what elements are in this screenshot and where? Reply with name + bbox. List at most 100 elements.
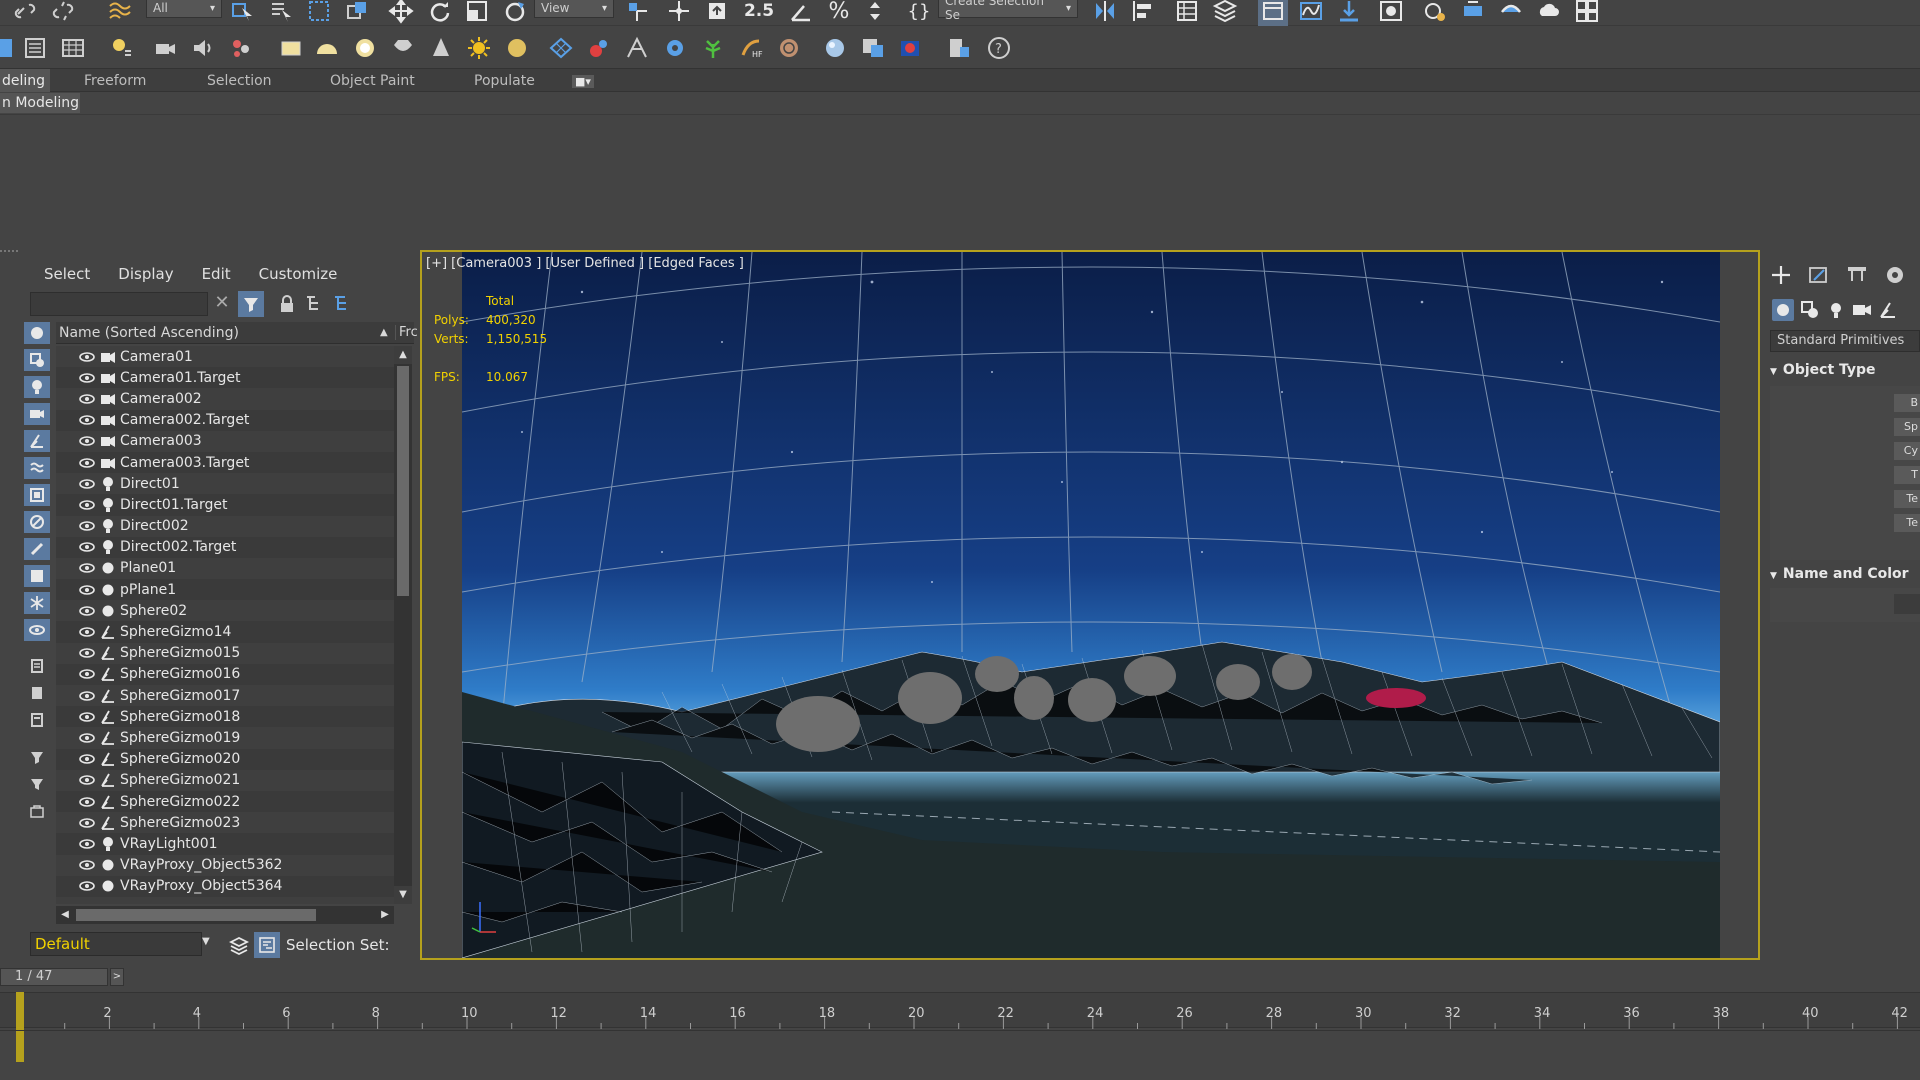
list-item[interactable]: SphereGizmo016 xyxy=(56,664,394,685)
display-geometry-icon[interactable] xyxy=(24,322,50,344)
named-selection-dropdown[interactable]: Create Selection Se xyxy=(938,0,1078,22)
snap-toggle-icon[interactable]: 2.5 xyxy=(744,0,774,26)
list-item[interactable]: SphereGizmo023 xyxy=(56,812,394,834)
rectangular-selection-icon[interactable] xyxy=(304,0,334,26)
render-cloud-icon[interactable] xyxy=(1534,0,1564,26)
scroll-right-icon[interactable]: ▶ xyxy=(376,906,394,924)
edit-named-selection-icon[interactable]: {} xyxy=(904,0,934,26)
tape-measure-icon[interactable] xyxy=(622,33,652,63)
table-panel-icon[interactable] xyxy=(58,33,88,63)
light-lister-icon[interactable] xyxy=(106,33,136,63)
align-icon[interactable] xyxy=(1128,0,1158,26)
hemisphere-icon[interactable] xyxy=(312,33,342,63)
menu-display[interactable]: Display xyxy=(104,262,187,286)
list-item[interactable]: SphereGizmo022 xyxy=(56,791,394,812)
list-item[interactable]: SphereGizmo017 xyxy=(56,685,394,707)
paint-brush-icon[interactable] xyxy=(584,33,614,63)
audio-icon[interactable] xyxy=(188,33,218,63)
expand-hierarchy-icon[interactable] xyxy=(332,294,350,314)
visibility-eye-icon[interactable] xyxy=(76,520,98,532)
visibility-eye-icon[interactable] xyxy=(76,668,98,680)
visibility-eye-icon[interactable] xyxy=(76,753,98,765)
display-invert-icon[interactable] xyxy=(24,709,50,731)
rendered-frame-icon[interactable] xyxy=(1458,0,1488,26)
camera-viewport[interactable] xyxy=(462,252,1720,958)
visibility-eye-icon[interactable] xyxy=(76,626,98,638)
select-object-icon[interactable] xyxy=(228,0,258,26)
box-button[interactable]: B xyxy=(1894,394,1920,412)
rotate-icon[interactable] xyxy=(424,0,454,26)
vray-frame-buffer-icon[interactable] xyxy=(896,33,926,63)
display-spacewarps-icon[interactable] xyxy=(24,457,50,479)
lock-icon[interactable] xyxy=(278,294,296,314)
camera-tool-icon[interactable] xyxy=(150,33,180,63)
display-bones-icon[interactable] xyxy=(24,538,50,560)
hair-fur-icon[interactable]: HF xyxy=(736,33,766,63)
visibility-eye-icon[interactable] xyxy=(76,457,98,469)
scroll-down-icon[interactable]: ▼ xyxy=(394,886,412,904)
viewport-label[interactable]: [+] [Camera003 ] [User Defined ] [Edged … xyxy=(426,256,744,271)
list-item[interactable]: VRayProxy_Object5364 xyxy=(56,876,394,897)
percent-snap-icon[interactable]: % xyxy=(824,0,854,26)
plane-primitive-icon[interactable] xyxy=(276,33,306,63)
list-item[interactable]: Direct002.Target xyxy=(56,537,394,558)
visibility-eye-icon[interactable] xyxy=(76,859,98,871)
tab-selection[interactable]: Selection xyxy=(207,69,272,93)
list-item[interactable]: SphereGizmo021 xyxy=(56,769,394,791)
curve-editor-icon[interactable] xyxy=(1296,0,1326,26)
mirror-icon[interactable] xyxy=(1090,0,1120,26)
lights-category-icon[interactable] xyxy=(1826,300,1846,320)
foliage-icon[interactable] xyxy=(698,33,728,63)
scroll-thumb[interactable] xyxy=(397,366,409,596)
unlink-icon[interactable] xyxy=(48,0,78,26)
bind-spacewarp-icon[interactable] xyxy=(104,0,134,26)
list-item[interactable]: Direct01.Target xyxy=(56,494,394,515)
object-name-field[interactable] xyxy=(1894,594,1920,614)
display-shapes-icon[interactable] xyxy=(24,349,50,371)
layers-icon[interactable] xyxy=(228,934,250,956)
menu-customize[interactable]: Customize xyxy=(245,262,352,286)
link-icon[interactable] xyxy=(10,0,40,26)
display-helpers-icon[interactable] xyxy=(24,430,50,452)
toggle-ribbon-icon[interactable] xyxy=(1258,0,1288,26)
frozen-column-label[interactable]: Frc xyxy=(395,325,418,340)
selection-filter-dropdown[interactable]: All xyxy=(146,0,222,18)
gear-icon[interactable] xyxy=(660,33,690,63)
display-hidden-icon[interactable] xyxy=(24,619,50,641)
visibility-eye-icon[interactable] xyxy=(76,562,98,574)
spinner-snap-icon[interactable] xyxy=(860,0,890,26)
list-item[interactable] xyxy=(56,896,394,904)
list-item[interactable]: Plane01 xyxy=(56,557,394,580)
place-icon[interactable] xyxy=(500,0,530,26)
column-header[interactable]: Name (Sorted Ascending) ▲ Frc xyxy=(56,322,418,344)
visibility-eye-icon[interactable] xyxy=(76,478,98,490)
display-all-icon[interactable] xyxy=(24,655,50,677)
list-item[interactable]: Camera002.Target xyxy=(56,410,394,431)
list-panel-icon[interactable] xyxy=(20,33,50,63)
scroll-up-icon[interactable]: ▲ xyxy=(394,346,412,364)
visibility-eye-icon[interactable] xyxy=(76,838,98,850)
visibility-eye-icon[interactable] xyxy=(76,435,98,447)
hierarchy-icon[interactable] xyxy=(304,294,322,314)
list-item[interactable]: SphereGizmo018 xyxy=(56,706,394,727)
helpers-category-icon[interactable] xyxy=(1878,300,1898,320)
layer-explorer-icon[interactable] xyxy=(1210,0,1240,26)
particle-icon[interactable] xyxy=(226,33,256,63)
list-item[interactable]: SphereGizmo015 xyxy=(56,642,394,664)
sphere-button[interactable]: Sp xyxy=(1894,418,1920,436)
visibility-eye-icon[interactable] xyxy=(76,817,98,829)
display-groups-icon[interactable] xyxy=(24,484,50,506)
display-none-icon[interactable] xyxy=(24,682,50,704)
visibility-eye-icon[interactable] xyxy=(76,351,98,363)
object-type-rollout[interactable]: ▼ Object Type xyxy=(1770,358,1920,382)
display-containers-icon[interactable] xyxy=(24,565,50,587)
container-icon[interactable] xyxy=(24,800,50,822)
menu-edit[interactable]: Edit xyxy=(188,262,245,286)
clear-search-icon[interactable]: ✕ xyxy=(212,292,232,316)
horizontal-scrollbar[interactable]: ◀ ▶ xyxy=(56,906,394,924)
search-input[interactable] xyxy=(30,292,208,316)
display-frozen-icon[interactable] xyxy=(24,592,50,614)
tab-populate[interactable]: Populate xyxy=(474,69,535,93)
menu-select[interactable]: Select xyxy=(30,262,104,286)
render-production-icon[interactable] xyxy=(1496,0,1526,26)
